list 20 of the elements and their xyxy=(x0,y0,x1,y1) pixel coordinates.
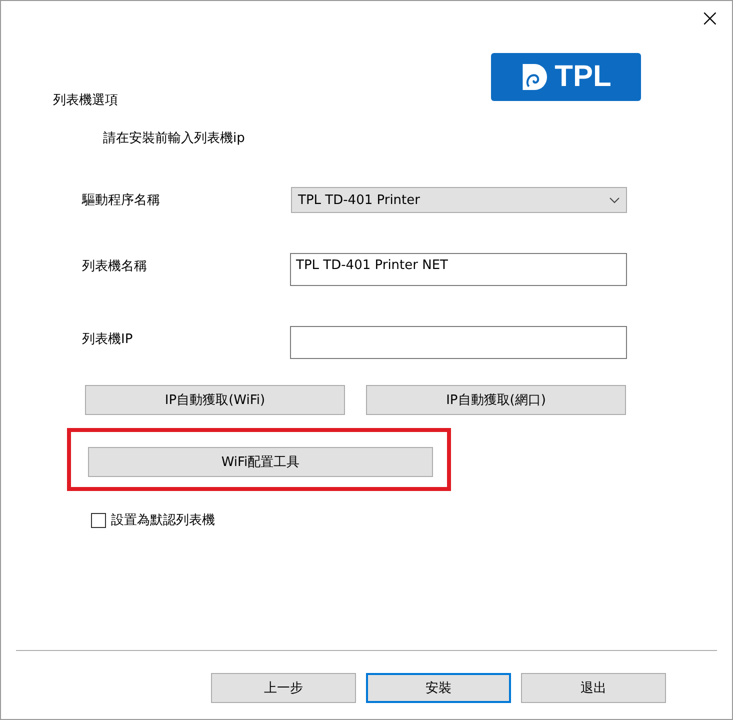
field-label: 驅動程序名稱 xyxy=(82,192,160,209)
input-field[interactable]: TPL TD-401 Printer NET xyxy=(290,253,627,286)
auto-ip-button[interactable]: IP自動獲取(網口) xyxy=(366,385,626,415)
footer-button[interactable]: 上一步 xyxy=(211,673,356,703)
chevron-down-icon xyxy=(609,196,620,204)
field-label: 列表機名稱 xyxy=(82,258,147,275)
section-title: 列表機選項 xyxy=(53,92,119,109)
footer-button[interactable]: 退出 xyxy=(521,673,666,703)
checkbox-label: 設置為默認列表機 xyxy=(111,512,215,529)
auto-ip-button[interactable]: IP自動獲取(WiFi) xyxy=(85,385,345,415)
input-field[interactable] xyxy=(290,326,627,359)
footer-button[interactable]: 安裝 xyxy=(366,673,511,703)
close-button[interactable]: × xyxy=(694,5,726,31)
checkbox[interactable] xyxy=(91,512,106,528)
wifi-tool-button[interactable]: WiFi配置工具 xyxy=(88,447,433,477)
instruction-text: 請在安裝前輸入列表機ip xyxy=(103,130,245,147)
driver-dropdown[interactable]: TPL TD-401 Printer xyxy=(291,187,627,213)
field-label: 列表機IP xyxy=(82,331,133,348)
logo: TPL xyxy=(491,53,641,101)
swirl-icon xyxy=(520,62,547,92)
